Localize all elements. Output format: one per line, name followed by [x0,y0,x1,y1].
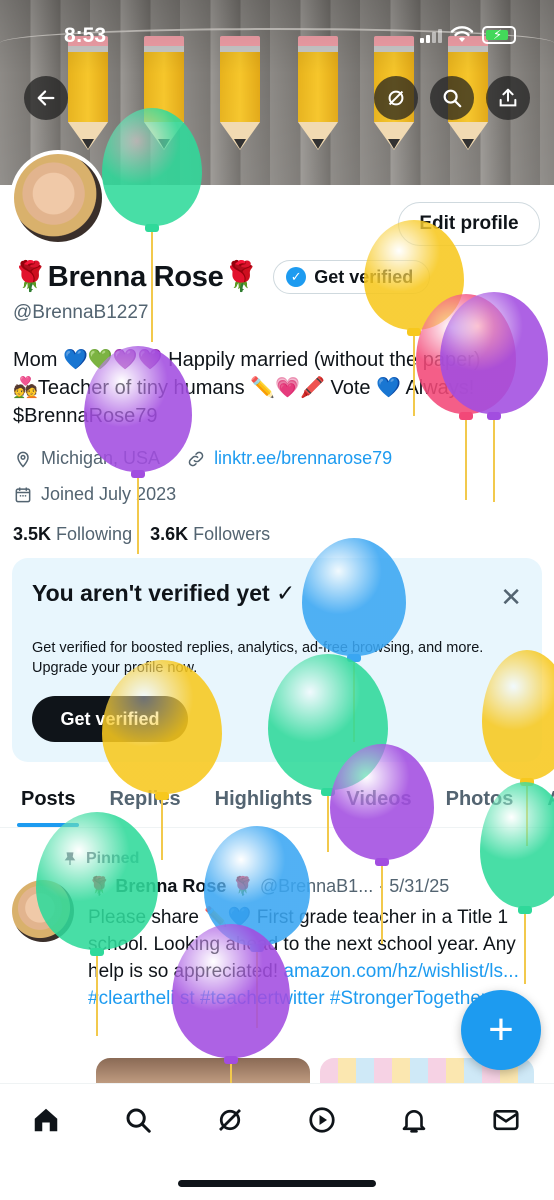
compose-post-button[interactable]: + [461,990,541,1070]
nav-video[interactable] [304,1102,340,1138]
profile-joined: Joined July 2023 [41,484,177,504]
search-icon [126,1108,151,1133]
verification-card: You aren't verified yet ✓ ✕ Get verified… [12,558,542,762]
bio-line: 💑Teacher of tiny humans ✏️💗🖍️ Vote 💙 Alw… [13,377,475,399]
bio-line[interactable]: $BrennaRose79 [13,402,543,430]
location-pin-icon [17,451,29,468]
tab-videos[interactable]: Videos [346,776,411,827]
nav-notifications[interactable] [396,1102,432,1138]
wifi-icon [450,26,474,42]
pencil-graphic [220,36,260,154]
status-icons: ⚡ [420,26,516,44]
profile-link[interactable]: linktr.ee/brennarose79 [214,448,392,469]
search-icon [443,89,462,108]
following-link[interactable]: 3.5K Following [13,524,132,545]
verified-badge-icon: ✓ [286,267,307,287]
search-button[interactable] [430,76,474,120]
post-avatar[interactable] [12,880,74,942]
share-button[interactable] [486,76,530,120]
following-label: Following [56,524,133,544]
link-icon [188,451,204,466]
followers-count: 3.6K [150,524,189,544]
post-link[interactable]: amazon.com/hz/wishlist/ls... [283,961,518,982]
post-text[interactable]: Please share ✏️💙 First grade teacher in … [88,904,544,1012]
nav-home[interactable] [28,1102,64,1138]
pencil-graphic [298,36,338,154]
nav-search[interactable] [120,1102,156,1138]
status-time: 8:53 [64,24,107,47]
display-name: 🌹Brenna Rose🌹 [12,261,260,293]
follow-stats: 3.5K Following 3.6K Followers [13,524,270,545]
home-indicator [178,1180,376,1187]
profile-avatar[interactable] [10,150,106,246]
signal-icon [420,27,442,43]
grok-icon [388,90,404,106]
post-header: 🌹 Brenna Rose 🌹 @BrennaB1... · 5/31/25 [88,876,449,897]
profile-handle: @BrennaB1227 [13,302,149,323]
calendar-icon [15,487,31,502]
play-icon [309,1107,335,1133]
profile-joined-row: Joined July 2023 [13,484,176,505]
profile-location: Michigan, USA [41,448,161,468]
grok-button[interactable] [374,76,418,120]
edit-profile-button[interactable]: Edit profile [398,202,540,246]
verification-card-body: Get verified for boosted replies, analyt… [32,640,484,676]
tab-posts[interactable]: Posts [16,776,80,827]
followers-label: Followers [193,524,271,544]
mail-icon [493,1109,519,1131]
back-button[interactable] [24,76,68,120]
share-icon [499,88,517,107]
arrow-left-icon [37,90,55,106]
tab-photos[interactable]: Photos [446,776,514,827]
pinned-indicator: Pinned [62,850,139,868]
nav-grok[interactable] [212,1102,248,1138]
followers-link[interactable]: 3.6K Followers [150,524,270,545]
bio-line: Mom 💙💚💜💜 Happily married (without the pa… [13,349,481,371]
get-verified-button[interactable]: Get verified [32,696,188,742]
following-count: 3.5K [13,524,52,544]
home-icon [34,1108,58,1132]
profile-bio: Mom 💙💚💜💜 Happily married (without the pa… [13,346,543,430]
verification-card-title: You aren't verified yet ✓ [32,580,296,606]
tab-articles[interactable]: Ar [547,776,554,827]
pinned-label: Pinned [86,850,140,867]
post-hashtags[interactable]: #cleartheli st #teachertwitter #Stronger… [88,988,487,1009]
name-row: 🌹Brenna Rose🌹 ✓ Get verified [12,260,431,294]
battery-icon: ⚡ [482,26,516,44]
post-author[interactable]: 🌹 Brenna Rose 🌹 [88,876,254,897]
tab-replies[interactable]: Replies [109,776,180,827]
tab-highlights[interactable]: Highlights [215,776,313,827]
get-verified-pill[interactable]: ✓ Get verified [273,260,431,294]
get-verified-pill-label: Get verified [314,266,414,287]
pencil-graphic [68,36,108,154]
post-handle-date: @BrennaB1... · 5/31/25 [259,876,450,896]
profile-tabs: Posts Replies Highlights Videos Photos A… [0,776,554,828]
nav-messages[interactable] [488,1102,524,1138]
profile-meta-row: Michigan, USA linktr.ee/brennarose79 [13,448,392,469]
pin-icon [64,852,76,865]
pencil-graphic [144,36,184,154]
close-icon[interactable]: ✕ [500,584,522,610]
bell-icon [402,1110,426,1133]
grok-icon [219,1109,241,1131]
